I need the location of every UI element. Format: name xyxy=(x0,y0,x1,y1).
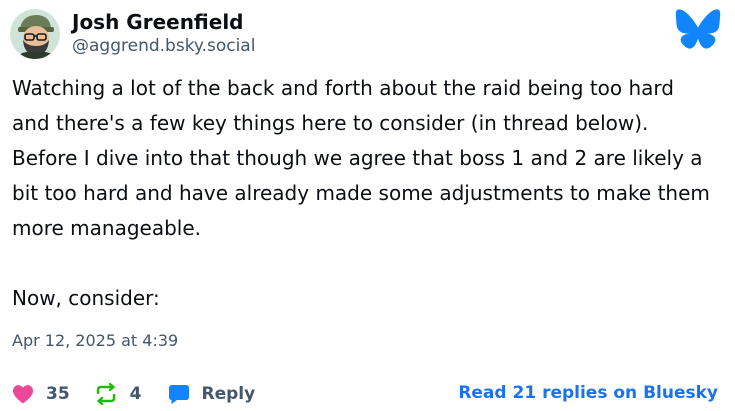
read-replies-link[interactable]: Read 21 replies on Bluesky xyxy=(458,381,718,405)
post-timestamp[interactable]: Apr 12, 2025 at 4:39 xyxy=(12,329,178,353)
author-display-name[interactable]: Josh Greenfield xyxy=(72,10,255,34)
heart-icon xyxy=(13,385,33,404)
author-handle[interactable]: @aggrend.bsky.social xyxy=(72,34,255,58)
post-header: Josh Greenfield @aggrend.bsky.social xyxy=(10,8,255,60)
reply-label: Reply xyxy=(201,384,256,404)
author-names: Josh Greenfield @aggrend.bsky.social xyxy=(72,10,255,58)
like-button[interactable]: 35 xyxy=(12,382,70,406)
avatar[interactable] xyxy=(10,9,60,59)
repost-icon xyxy=(96,383,115,405)
post-embed-card: Josh Greenfield @aggrend.bsky.social Wat… xyxy=(0,0,735,411)
like-count: 35 xyxy=(46,384,70,404)
bluesky-butterfly-icon[interactable] xyxy=(675,8,721,50)
repost-button[interactable]: 4 xyxy=(94,382,142,406)
post-actions: 35 4 Reply xyxy=(12,380,255,408)
repost-count: 4 xyxy=(129,384,142,404)
reply-button[interactable]: Reply xyxy=(168,382,256,406)
post-text: Watching a lot of the back and forth abo… xyxy=(12,76,710,310)
reply-bubble-icon xyxy=(168,385,189,404)
